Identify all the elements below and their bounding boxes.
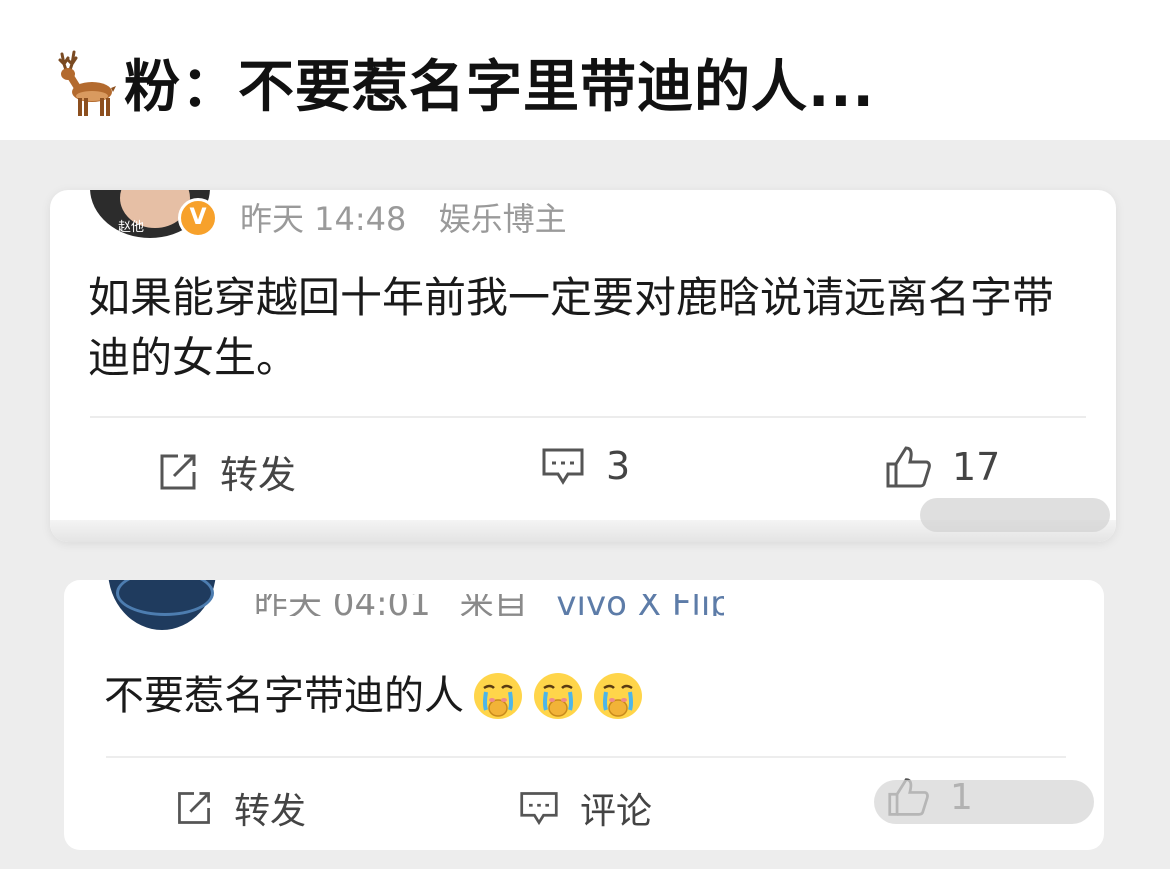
post-text: 不要惹名字带迪的人: [104, 673, 464, 719]
repost-icon: [160, 454, 196, 489]
repost-label: 转发: [234, 791, 307, 832]
avatar-label: 赵他: [118, 220, 145, 235]
comment-icon: [520, 792, 558, 826]
post-content: 如果能穿越回十年前我一定要对鹿晗说请远离名字带迪的女生。: [88, 273, 1055, 382]
title-bar: 粉：不要惹名字里带迪的人...: [0, 0, 1170, 140]
post-time: 昨天 14:48: [240, 200, 407, 238]
crying-face-emoji: [594, 673, 642, 719]
post-source: 来自: [459, 594, 528, 616]
comment-icon: [542, 448, 584, 485]
post-content: 不要惹名字带迪的人: [104, 668, 644, 724]
thumbs-up-icon: [886, 446, 931, 488]
watermark: [874, 780, 1094, 824]
divider: [90, 416, 1086, 418]
comment-button[interactable]: 3: [540, 444, 630, 488]
comment-count: 3: [606, 444, 631, 488]
crying-face-emoji: [534, 673, 582, 719]
repost-icon: [178, 792, 210, 824]
post-card-1[interactable]: 赵他 V 昨天 14:48 娱乐博主 如果能穿越回十年前我一定要对鹿晗说请远离名…: [50, 190, 1116, 542]
post-time: 昨天 04:01: [254, 594, 431, 616]
watermark: [920, 498, 1110, 532]
crying-face-emoji: [474, 673, 522, 719]
device-name: vivo X Flip: [556, 594, 724, 616]
repost-button[interactable]: 转发: [174, 782, 306, 834]
deer-icon: [58, 50, 116, 116]
post-meta: 昨天 04:01 来自 vivo X Flip: [254, 594, 724, 616]
avatar[interactable]: [108, 580, 216, 630]
comment-button[interactable]: 评论: [518, 782, 652, 834]
comment-label: 评论: [580, 791, 653, 832]
verified-badge: V: [178, 198, 218, 238]
post-meta: 昨天 14:48 娱乐博主: [240, 194, 589, 240]
page-title: 粉：不要惹名字里带迪的人...: [124, 55, 875, 120]
post-card-2[interactable]: 昨天 04:01 来自 vivo X Flip 不要惹名字带迪的人 转发 评论: [64, 580, 1104, 850]
repost-button[interactable]: 转发: [156, 444, 296, 499]
divider: [106, 756, 1066, 758]
like-button[interactable]: 17: [884, 444, 1000, 490]
repost-label: 转发: [220, 453, 297, 497]
user-tag: 娱乐博主: [438, 200, 567, 238]
like-count: 17: [952, 445, 1001, 489]
